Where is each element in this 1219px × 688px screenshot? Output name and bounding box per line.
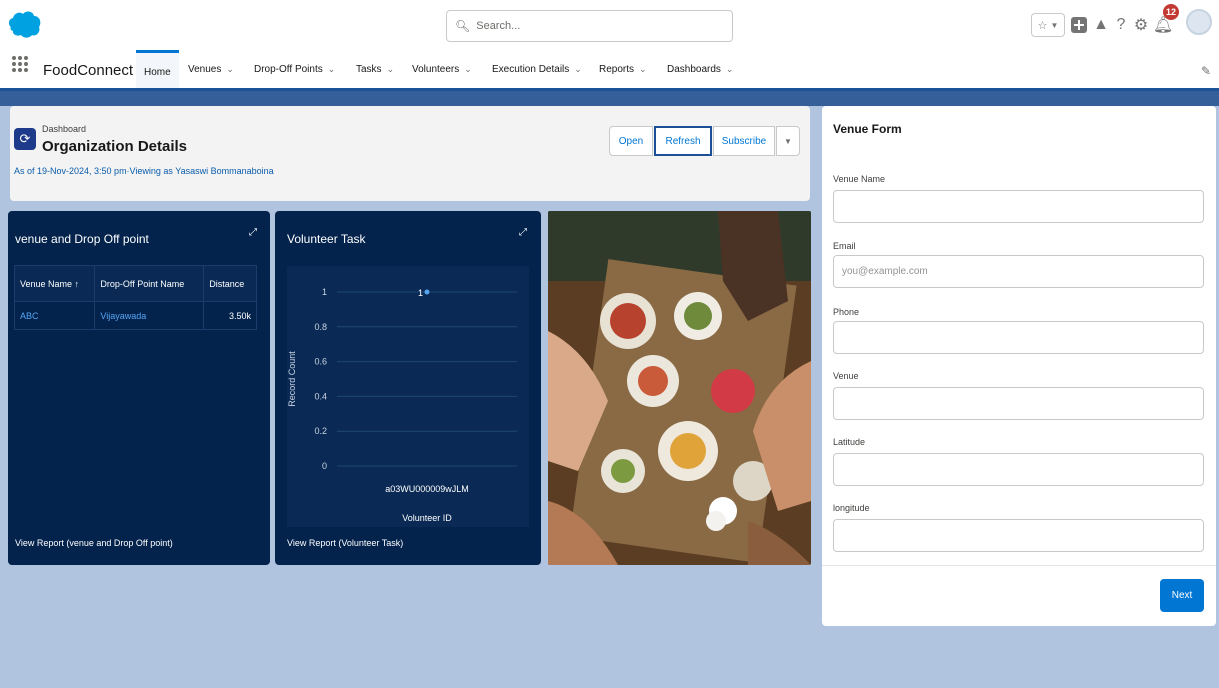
nav-item-label: Reports bbox=[599, 64, 635, 75]
chevron-down-icon[interactable]: ⌄ bbox=[726, 64, 734, 74]
chevron-down-icon[interactable]: ⌄ bbox=[464, 64, 472, 74]
chevron-down-icon[interactable]: ⌄ bbox=[328, 64, 336, 74]
nav-item-label: Home bbox=[144, 67, 171, 78]
nav-item-label: Venues bbox=[188, 64, 222, 75]
view-report-link[interactable]: View Report (venue and Drop Off point) bbox=[15, 538, 173, 548]
column-header[interactable]: Venue Name ↑ bbox=[13, 265, 96, 302]
x-tick-label: a03WU000009wJLM bbox=[385, 484, 469, 494]
venue-name-link[interactable]: ABC bbox=[13, 301, 96, 330]
card-title: Volunteer Task bbox=[287, 232, 366, 246]
nav-item-execution-details[interactable]: Execution Details ⌄ bbox=[492, 64, 582, 75]
venue-field[interactable] bbox=[833, 387, 1204, 420]
nav-item-tasks[interactable]: Tasks ⌄ bbox=[356, 64, 394, 75]
dashboard-icon: ⟳ bbox=[14, 128, 36, 150]
nav-item-label: Execution Details bbox=[492, 64, 570, 75]
form-title: Venue Form bbox=[833, 122, 902, 136]
trailhead-icon: ▲ bbox=[1093, 16, 1109, 33]
y-axis-label: Record Count bbox=[287, 351, 297, 407]
app-nav-bar: FoodConnect Home Venues ⌄ Drop-Off Points… bbox=[0, 50, 1219, 91]
more-actions-button[interactable]: ▼ bbox=[776, 126, 800, 156]
venue-name-field[interactable] bbox=[833, 190, 1204, 223]
nav-item-label: Tasks bbox=[356, 64, 382, 75]
search-icon: 🔍︎ bbox=[455, 19, 471, 33]
y-tick-label: 1 bbox=[322, 287, 327, 297]
nav-item-label: Dashboards bbox=[667, 64, 721, 75]
nav-item-reports[interactable]: Reports ⌄ bbox=[599, 64, 647, 75]
plus-icon bbox=[1071, 17, 1087, 33]
search-input[interactable] bbox=[476, 20, 717, 32]
volunteer-task-chart: 0 0.2 0.4 0.6 0.8 1 Record Count 1 a03WU000009wJ… bbox=[287, 266, 529, 527]
nav-item-dashboards[interactable]: Dashboards ⌄ bbox=[667, 64, 733, 75]
drop-off-point-link[interactable]: Vijayawada bbox=[94, 301, 205, 330]
venue-name-label: Venue Name bbox=[833, 174, 886, 184]
y-tick-label: 0.8 bbox=[314, 322, 327, 332]
phone-field[interactable] bbox=[833, 321, 1204, 354]
y-tick-label: 0.4 bbox=[314, 391, 327, 401]
app-launcher-icon[interactable] bbox=[12, 56, 28, 72]
chevron-down-icon: ▼ bbox=[784, 136, 792, 146]
card-title: venue and Drop Off point bbox=[15, 232, 149, 246]
help-icon: ? bbox=[1116, 16, 1126, 33]
dashboard-subtitle: As of 19-Nov-2024, 3:50 pm·Viewing as Ya… bbox=[14, 166, 274, 176]
star-icon: ☆ bbox=[1037, 19, 1048, 32]
table-header-row: Venue Name ↑ Drop-Off Point Name Distanc… bbox=[13, 265, 257, 302]
global-header: 🔍︎ ☆▼ ▲ ? ⚙ 🔔︎ 12 bbox=[0, 0, 1219, 50]
expand-icon[interactable]: ⤢ bbox=[519, 227, 527, 238]
email-label: Email bbox=[833, 241, 856, 251]
distance-cell: 3.50k bbox=[203, 301, 257, 330]
gear-icon: ⚙ bbox=[1133, 17, 1149, 34]
edit-nav-icon[interactable]: ✎ bbox=[1201, 64, 1211, 78]
help-button[interactable]: ? bbox=[1113, 12, 1129, 38]
trailhead-button[interactable]: ▲ bbox=[1092, 12, 1110, 38]
next-button[interactable]: Next bbox=[1160, 579, 1204, 612]
column-header[interactable]: Distance bbox=[203, 265, 257, 302]
open-button[interactable]: Open bbox=[609, 126, 653, 156]
chevron-down-icon[interactable]: ⌄ bbox=[574, 64, 582, 74]
nav-item-label: Drop-Off Points bbox=[254, 64, 323, 75]
y-tick-label: 0.2 bbox=[314, 426, 327, 436]
latitude-label: Latitude bbox=[833, 437, 866, 447]
phone-label: Phone bbox=[833, 307, 860, 317]
column-header[interactable]: Drop-Off Point Name bbox=[94, 265, 205, 302]
venue-label: Venue bbox=[833, 371, 859, 381]
app-name: FoodConnect bbox=[43, 62, 134, 79]
salesforce-logo[interactable] bbox=[6, 5, 44, 43]
global-search[interactable]: 🔍︎ bbox=[446, 10, 733, 42]
page-title: Organization Details bbox=[42, 138, 188, 155]
dashboard-label: Dashboard bbox=[42, 124, 87, 134]
setup-button[interactable]: ⚙ bbox=[1132, 12, 1150, 38]
chevron-down-icon[interactable]: ⌄ bbox=[639, 64, 647, 74]
nav-item-home[interactable]: Home bbox=[136, 50, 179, 88]
nav-item-volunteers[interactable]: Volunteers ⌄ bbox=[412, 64, 472, 75]
subscribe-button[interactable]: Subscribe bbox=[713, 126, 775, 156]
expand-icon[interactable]: ⤢ bbox=[249, 227, 257, 238]
longitude-field[interactable] bbox=[833, 519, 1204, 552]
nav-item-venues[interactable]: Venues ⌄ bbox=[188, 64, 234, 75]
notification-badge: 12 bbox=[1163, 4, 1179, 20]
global-actions-button[interactable] bbox=[1070, 12, 1088, 38]
form-divider bbox=[822, 565, 1216, 566]
x-axis-label: Volunteer ID bbox=[402, 513, 452, 523]
chart-svg: 0 0.2 0.4 0.6 0.8 1 Record Count 1 a03WU000009wJ… bbox=[287, 287, 517, 523]
nav-item-label: Volunteers bbox=[412, 64, 460, 75]
y-tick-label: 0.6 bbox=[314, 357, 327, 367]
chevron-down-icon: ▼ bbox=[1050, 20, 1059, 30]
header-band bbox=[0, 91, 1219, 106]
refresh-button[interactable]: Refresh bbox=[654, 126, 712, 156]
y-tick-label: 0 bbox=[322, 461, 327, 471]
chevron-down-icon[interactable]: ⌄ bbox=[226, 64, 234, 74]
email-field[interactable] bbox=[833, 255, 1204, 288]
longitude-label: longitude bbox=[833, 503, 870, 513]
latitude-field[interactable] bbox=[833, 453, 1204, 486]
venue-table: Venue Name ↑ Drop-Off Point Name Distanc… bbox=[13, 265, 257, 330]
view-report-link[interactable]: View Report (Volunteer Task) bbox=[287, 538, 403, 548]
data-label: 1 bbox=[418, 288, 423, 298]
nav-item-drop-off-points[interactable]: Drop-Off Points ⌄ bbox=[254, 64, 335, 75]
food-table-image bbox=[548, 211, 811, 565]
favorites-button[interactable]: ☆ ▼ bbox=[1031, 13, 1065, 37]
chevron-down-icon[interactable]: ⌄ bbox=[387, 64, 395, 74]
table-row: ABC Vijayawada 3.50k bbox=[13, 301, 257, 330]
data-point bbox=[424, 289, 430, 295]
avatar[interactable] bbox=[1186, 9, 1212, 35]
